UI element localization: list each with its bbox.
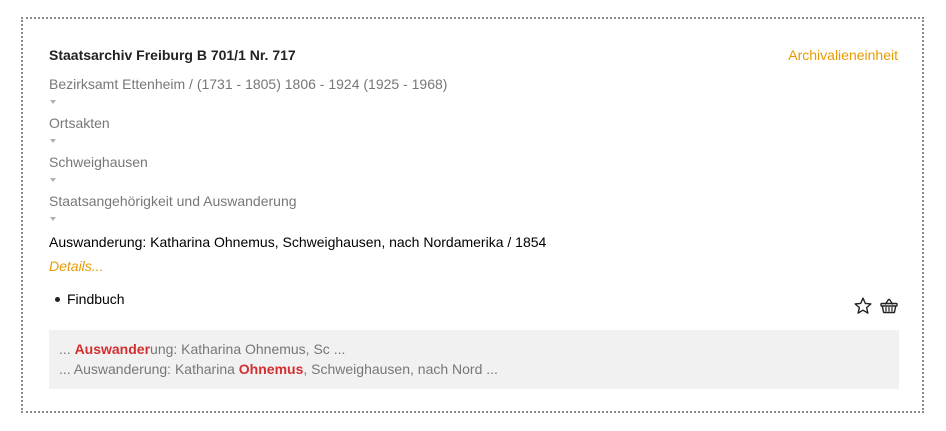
add-to-basket-button[interactable] (879, 296, 899, 316)
bullet-icon (55, 296, 60, 302)
snippet-prefix: ... Auswanderung: Katharina (59, 361, 239, 377)
findbuch-link[interactable]: Findbuch (55, 291, 125, 307)
caret-down-icon (50, 100, 56, 104)
star-outline-icon (854, 297, 872, 314)
search-snippet: ... Auswanderung: Katharina Ohnemus, Sc … (59, 341, 345, 357)
caret-down-icon (50, 178, 56, 182)
snippet-prefix: ... (59, 341, 75, 357)
caret-down-icon (50, 217, 56, 221)
favorite-button[interactable] (853, 296, 873, 316)
record-title: Auswanderung: Katharina Ohnemus, Schweig… (49, 234, 547, 250)
breadcrumb-level-4[interactable]: Staatsangehörigkeit und Auswanderung (49, 193, 297, 209)
snippet-suffix: , Schweighausen, nach Nord ... (303, 361, 498, 377)
breadcrumb-level-2[interactable]: Ortsakten (49, 115, 110, 131)
search-result-card: Staatsarchiv Freiburg B 701/1 Nr. 717 Ar… (21, 17, 924, 413)
breadcrumb-level-3[interactable]: Schweighausen (49, 154, 148, 170)
snippet-suffix: ung: Katharina Ohnemus, Sc ... (150, 341, 346, 357)
caret-down-icon (50, 139, 56, 143)
shopping-basket-icon (880, 298, 898, 314)
record-signature: Staatsarchiv Freiburg B 701/1 Nr. 717 (49, 47, 296, 63)
search-hit-snippets: ... Auswanderung: Katharina Ohnemus, Sc … (49, 330, 899, 389)
search-term-highlight: Auswander (74, 341, 151, 357)
details-link[interactable]: Details... (49, 258, 103, 274)
record-type-link[interactable]: Archivalieneinheit (788, 47, 898, 63)
findbuch-label: Findbuch (67, 291, 125, 307)
breadcrumb-level-1[interactable]: Bezirksamt Ettenheim / (1731 - 1805) 180… (49, 76, 447, 92)
search-snippet: ... Auswanderung: Katharina Ohnemus, Sch… (59, 361, 498, 377)
search-term-highlight: Ohnemus (238, 361, 304, 377)
